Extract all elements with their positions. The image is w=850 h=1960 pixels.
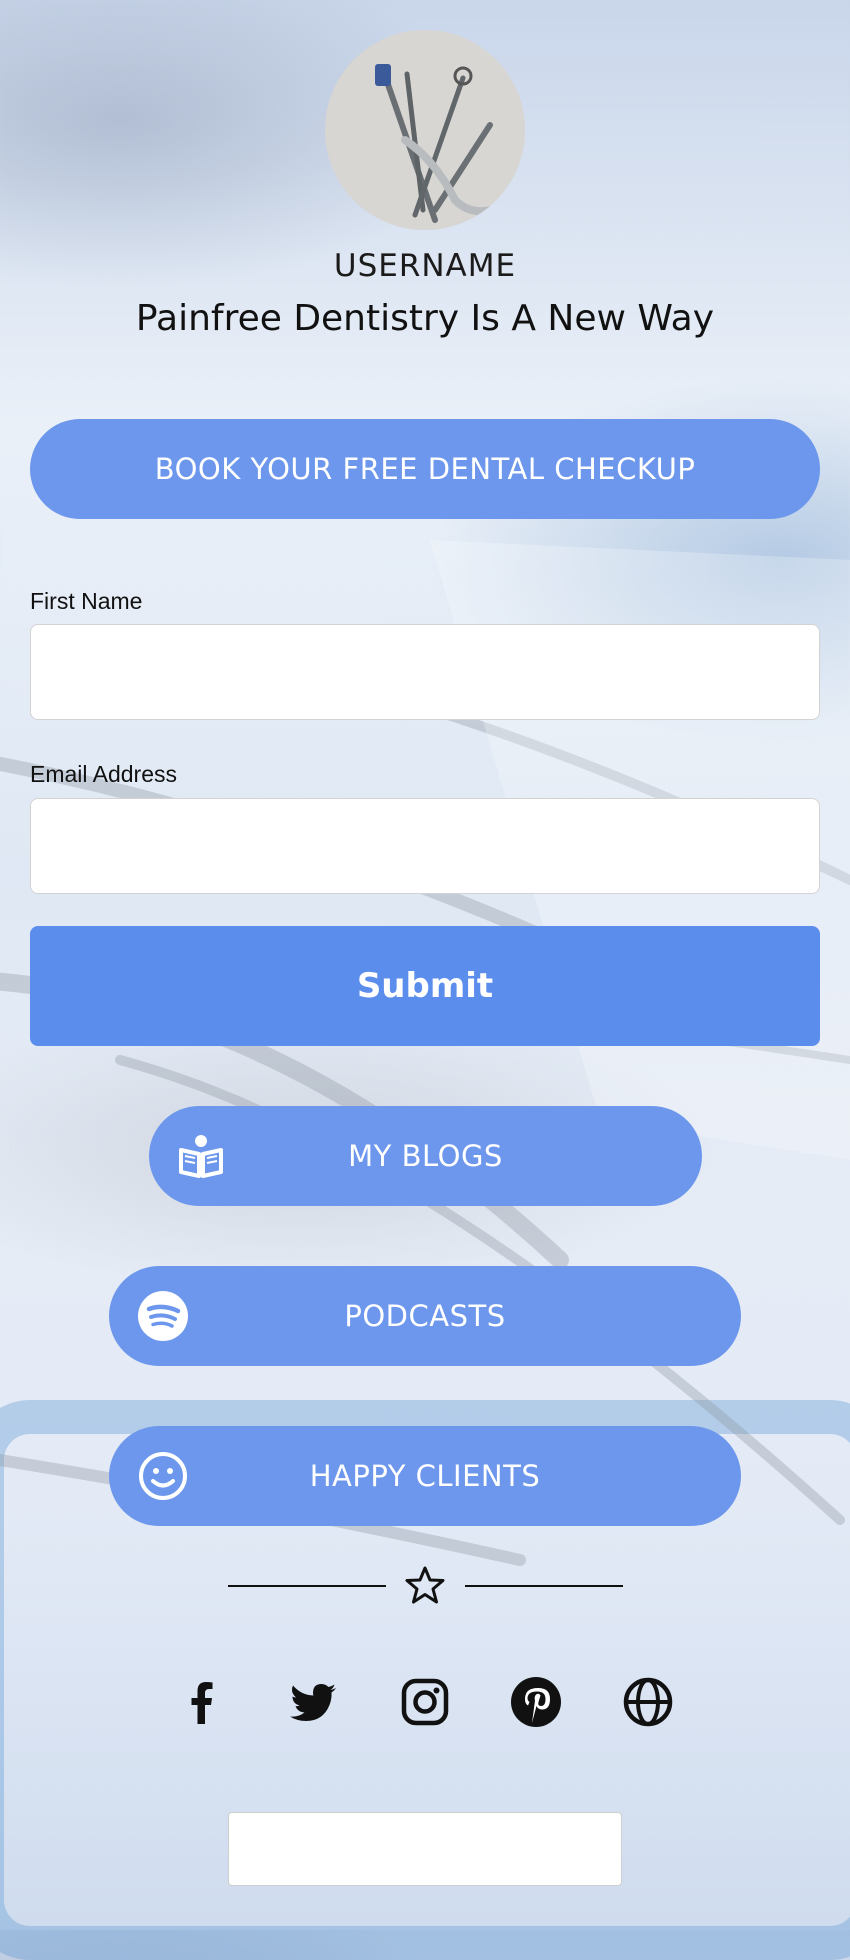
twitter-icon[interactable] — [288, 1676, 340, 1728]
username: USERNAME — [333, 248, 517, 284]
avatar — [325, 30, 525, 230]
podcasts-button[interactable]: PODCASTS — [109, 1266, 741, 1366]
globe-icon[interactable] — [622, 1676, 674, 1728]
happy-clients-label: HAPPY CLIENTS — [309, 1459, 541, 1493]
star-icon — [405, 1565, 445, 1605]
facebook-icon[interactable] — [176, 1676, 228, 1728]
spotify-icon — [137, 1290, 189, 1342]
submit-button[interactable]: Submit — [30, 926, 820, 1046]
podcasts-label: PODCASTS — [344, 1299, 506, 1333]
divider-right — [465, 1585, 623, 1587]
pinterest-icon[interactable] — [510, 1676, 562, 1728]
my-blogs-label: MY BLOGS — [348, 1139, 503, 1173]
happy-clients-button[interactable]: HAPPY CLIENTS — [109, 1426, 741, 1526]
book-checkup-button[interactable]: BOOK YOUR FREE DENTAL CHECKUP — [30, 419, 820, 519]
smiley-icon — [137, 1450, 189, 1502]
divider-left — [228, 1585, 386, 1587]
email-field[interactable] — [30, 798, 820, 894]
my-blogs-button[interactable]: MY BLOGS — [149, 1106, 702, 1206]
first-name-field[interactable] — [30, 624, 820, 720]
footer-box — [228, 1812, 622, 1886]
tagline: Painfree Dentistry Is A New Way — [135, 298, 715, 339]
instagram-icon[interactable] — [399, 1676, 451, 1728]
book-checkup-label: BOOK YOUR FREE DENTAL CHECKUP — [154, 452, 696, 486]
first-name-label: First Name — [30, 588, 143, 614]
book-reader-icon — [175, 1130, 227, 1182]
email-label: Email Address — [30, 761, 178, 787]
